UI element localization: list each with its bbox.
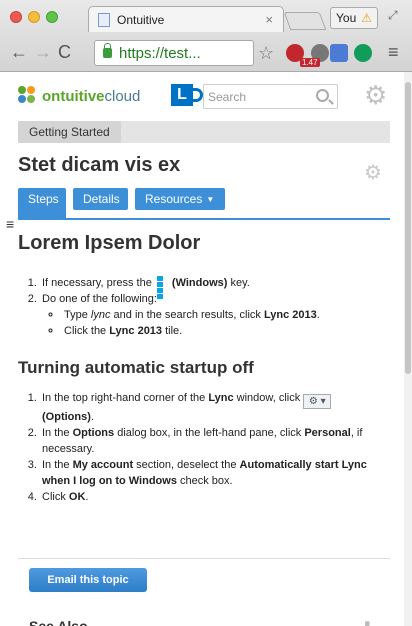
search-box <box>203 84 338 109</box>
tab-divider <box>18 218 390 220</box>
browser-chrome: Ontuitive × You ⚠ ⤢ ← → C https://test..… <box>0 0 412 72</box>
windows-icon <box>156 276 170 299</box>
see-also-heading: See Also <box>29 618 88 626</box>
back-button[interactable]: ← <box>10 43 28 61</box>
address-bar[interactable]: https://test... <box>94 40 254 66</box>
chevron-down-icon: ▼ <box>206 195 215 204</box>
section-heading: Turning automatic startup off <box>18 358 254 377</box>
see-also-icon: ▮ <box>364 618 371 626</box>
list-item: Click OK. <box>40 489 390 505</box>
logo-dots-icon <box>18 86 40 106</box>
browser-tab[interactable]: Ontuitive × <box>88 6 284 32</box>
search-icon[interactable] <box>316 89 329 102</box>
settings-gear-icon[interactable]: ⚙ <box>364 82 387 108</box>
hangouts-extension-icon[interactable] <box>354 44 372 62</box>
page-content: ontuitivecloud L ⚙ Getting Started Stet … <box>0 72 404 626</box>
steps-list: In the top right-hand corner of the Lync… <box>40 390 390 505</box>
list-item: If necessary, press the (Windows) key. <box>40 275 390 299</box>
forward-button[interactable]: → <box>34 43 52 61</box>
browser-menu-icon[interactable]: ≡ <box>388 42 399 63</box>
bookmark-star-icon[interactable]: ☆ <box>258 43 274 64</box>
sub-list-item: Type lync and in the search results, cli… <box>62 307 390 323</box>
page-title: Stet dicam vis ex <box>18 154 181 176</box>
page-icon <box>98 13 110 27</box>
side-menu-icon[interactable]: ≡ <box>6 216 14 232</box>
breadcrumb-item[interactable]: Getting Started <box>18 121 121 143</box>
minimize-window-button[interactable] <box>28 11 40 23</box>
close-window-button[interactable] <box>10 11 22 23</box>
screenshot-extension-icon[interactable] <box>330 44 348 62</box>
search-input[interactable] <box>208 90 308 104</box>
reload-button[interactable]: C <box>58 43 71 61</box>
divider <box>18 558 390 559</box>
extension-badge: 1.47 <box>300 58 320 67</box>
scrollbar-thumb[interactable] <box>405 82 411 374</box>
url-text: https://test... <box>119 45 201 62</box>
tab-title: Ontuitive <box>117 13 165 27</box>
lock-icon <box>103 43 112 58</box>
tab-details[interactable]: Details <box>73 188 128 210</box>
breadcrumb: Getting Started <box>18 121 390 143</box>
fullscreen-icon[interactable]: ⤢ <box>388 8 398 23</box>
new-tab-button[interactable] <box>283 12 327 30</box>
tab-close-icon[interactable]: × <box>265 12 273 27</box>
lync-logo-icon: L <box>171 82 203 108</box>
steps-list: If necessary, press the (Windows) key. D… <box>40 275 390 339</box>
tab-resources[interactable]: Resources ▼ <box>135 188 225 210</box>
options-gear-icon: ⚙ ▾ <box>303 394 332 409</box>
list-item: In the Options dialog box, in the left-h… <box>40 425 390 457</box>
logo-text: ontuitivecloud <box>42 88 141 105</box>
section-lorem: Lorem Ipsem Dolor If necessary, press th… <box>18 232 390 339</box>
sub-list: Type lync and in the search results, cli… <box>62 307 390 339</box>
list-item: Do one of the following: Type lync and i… <box>40 291 390 339</box>
topic-gear-icon[interactable]: ⚙ <box>364 160 382 185</box>
sub-list-item: Click the Lync 2013 tile. <box>62 323 390 339</box>
browser-toolbar: ← → C https://test... ☆ 1.47 ≡ <box>0 36 412 70</box>
profile-button[interactable]: You ⚠ <box>330 7 378 29</box>
page-scrollbar[interactable] <box>404 72 412 626</box>
zoom-window-button[interactable] <box>46 11 58 23</box>
section-startup: Turning automatic startup off In the top… <box>18 358 390 505</box>
list-item: In the My account section, deselect the … <box>40 457 390 489</box>
section-heading: Lorem Ipsem Dolor <box>18 232 201 254</box>
profile-label: You <box>336 11 357 25</box>
email-topic-button[interactable]: Email this topic <box>29 568 147 592</box>
warning-icon: ⚠ <box>361 11 372 25</box>
tab-steps[interactable]: Steps <box>18 188 66 218</box>
list-item: In the top right-hand corner of the Lync… <box>40 390 390 425</box>
